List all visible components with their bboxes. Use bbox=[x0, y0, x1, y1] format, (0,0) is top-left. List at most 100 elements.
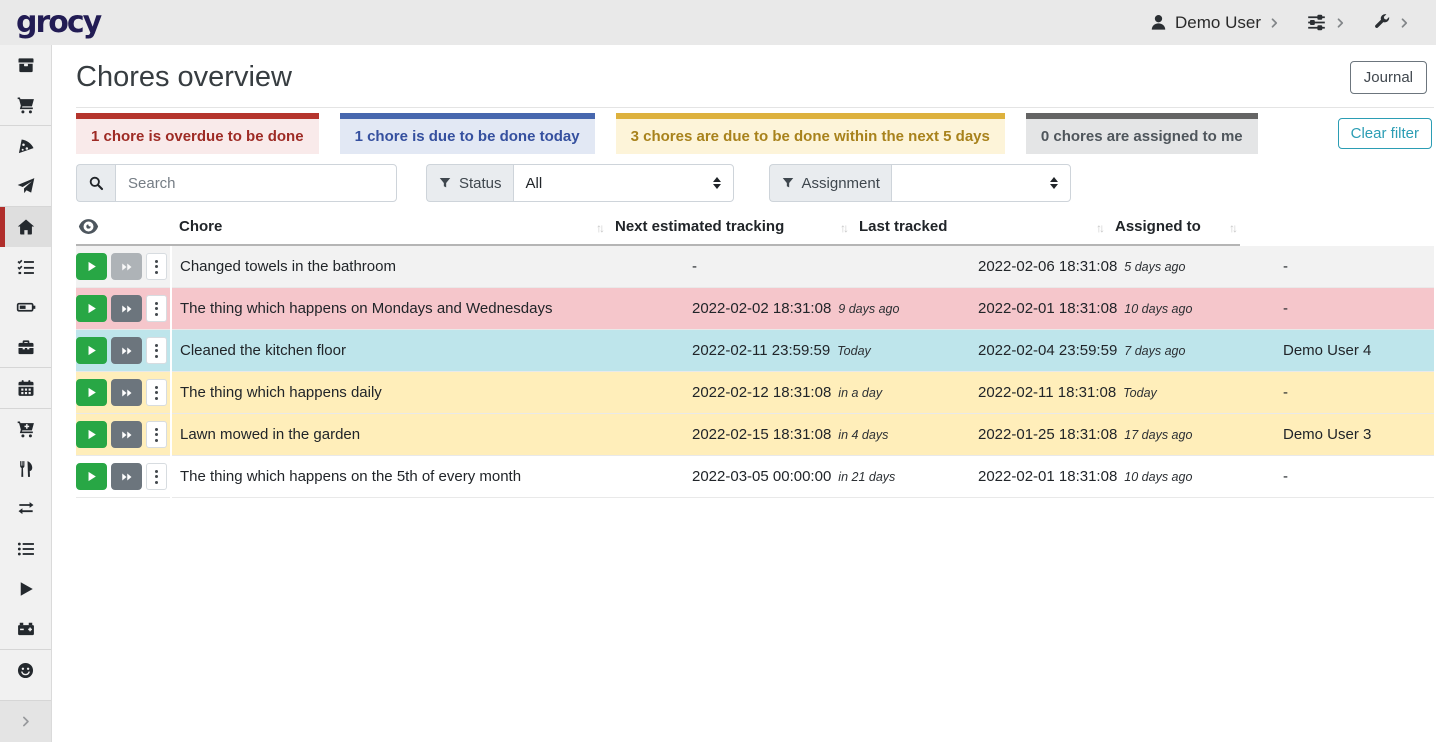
filter-icon bbox=[438, 176, 452, 190]
sort-icon: ↑↓ bbox=[596, 221, 602, 235]
skip-chore-button[interactable] bbox=[111, 379, 142, 406]
sidebar-item-meal-plan[interactable] bbox=[0, 166, 51, 206]
row-menu-button[interactable] bbox=[146, 253, 167, 280]
column-header-chore[interactable]: Chore↑↓ bbox=[171, 210, 607, 245]
skip-chore-button[interactable] bbox=[111, 463, 142, 490]
relative-time: in a day bbox=[838, 386, 882, 400]
smiley-icon bbox=[16, 661, 35, 680]
track-chore-button[interactable] bbox=[76, 337, 107, 364]
clear-filter-button[interactable]: Clear filter bbox=[1338, 118, 1432, 149]
chore-cell: Cleaned the kitchen floor bbox=[171, 330, 683, 372]
sort-icon: ↑↓ bbox=[1096, 221, 1102, 235]
relative-time: Today bbox=[1123, 386, 1157, 400]
table-row: The thing which happens daily 2022-02-12… bbox=[76, 372, 1434, 414]
sidebar-item-chores-overview[interactable] bbox=[0, 207, 51, 247]
next-tracking-cell: - bbox=[683, 246, 969, 288]
home-icon bbox=[16, 217, 36, 237]
sidebar-item-chore-tracking[interactable] bbox=[0, 569, 51, 609]
pizza-slice-icon bbox=[16, 136, 36, 156]
column-header-next-tracking[interactable]: Next estimated tracking↑↓ bbox=[607, 210, 851, 245]
status-select[interactable]: All bbox=[513, 164, 734, 202]
sidebar-item-purchase[interactable] bbox=[0, 409, 51, 449]
assigned-cell: Demo User 3 bbox=[1272, 414, 1434, 456]
summary-card-due-soon[interactable]: 3 chores are due to be done within the n… bbox=[616, 113, 1005, 154]
chore-cell: The thing which happens on the 5th of ev… bbox=[171, 456, 683, 498]
last-tracked-cell: 2022-02-11 18:31:08Today bbox=[969, 372, 1272, 414]
assignment-filter-label-text: Assignment bbox=[802, 175, 880, 192]
sidebar-item-calendar[interactable] bbox=[0, 368, 51, 408]
row-menu-button[interactable] bbox=[146, 463, 167, 490]
last-tracked-date: 2022-02-01 18:31:08 bbox=[978, 300, 1117, 317]
table-row: Lawn mowed in the garden 2022-02-15 18:3… bbox=[76, 414, 1434, 456]
skip-chore-button[interactable] bbox=[111, 421, 142, 448]
journal-button[interactable]: Journal bbox=[1350, 61, 1427, 94]
track-chore-button[interactable] bbox=[76, 253, 107, 280]
box-icon bbox=[16, 55, 36, 75]
assignment-filter-group: Assignment bbox=[769, 164, 1071, 202]
sidebar-item-stock[interactable] bbox=[0, 45, 51, 85]
skip-chore-button[interactable] bbox=[111, 295, 142, 322]
next-tracking-cell: 2022-02-15 18:31:08in 4 days bbox=[683, 414, 969, 456]
filters-row: Status All Assignment bbox=[76, 164, 1434, 202]
column-header-assigned-to[interactable]: Assigned to↑↓ bbox=[1107, 210, 1240, 245]
car-battery-icon bbox=[16, 619, 36, 639]
column-header-last-tracked[interactable]: Last tracked↑↓ bbox=[851, 210, 1107, 245]
assignment-select[interactable] bbox=[891, 164, 1071, 202]
app-logo[interactable]: grocy bbox=[16, 0, 100, 45]
table-row: The thing which happens on Mondays and W… bbox=[76, 288, 1434, 330]
row-menu-button[interactable] bbox=[146, 337, 167, 364]
wrench-icon bbox=[1372, 13, 1391, 32]
paper-plane-icon bbox=[16, 176, 36, 196]
navbar-menus: Demo User bbox=[1123, 12, 1410, 33]
summary-card-assigned-to-me[interactable]: 0 chores are assigned to me bbox=[1026, 113, 1258, 154]
select-caret-icon bbox=[1050, 177, 1058, 189]
row-menu-button[interactable] bbox=[146, 295, 167, 322]
summary-card-overdue[interactable]: 1 chore is overdue to be done bbox=[76, 113, 319, 154]
sidebar-item-equipment[interactable] bbox=[0, 327, 51, 367]
chore-cell: Changed towels in the bathroom bbox=[171, 246, 683, 288]
last-tracked-date: 2022-02-01 18:31:08 bbox=[978, 468, 1117, 485]
sidebar-item-batteries-overview[interactable] bbox=[0, 287, 51, 327]
next-tracking-date: 2022-02-15 18:31:08 bbox=[692, 426, 831, 443]
sidebar-item-consume[interactable] bbox=[0, 449, 51, 489]
next-tracking-cell: 2022-02-12 18:31:08in a day bbox=[683, 372, 969, 414]
sidebar-item-inventory[interactable] bbox=[0, 529, 51, 569]
track-chore-button[interactable] bbox=[76, 379, 107, 406]
track-chore-button[interactable] bbox=[76, 421, 107, 448]
divider bbox=[76, 107, 1434, 108]
sidebar-item-tasks[interactable] bbox=[0, 247, 51, 287]
search-group bbox=[76, 164, 397, 202]
chevron-right-icon bbox=[19, 715, 32, 728]
sidebar-item-transfer[interactable] bbox=[0, 489, 51, 529]
relative-time: 9 days ago bbox=[838, 302, 899, 316]
sidebar-item-recipes[interactable] bbox=[0, 126, 51, 166]
assignment-filter-label: Assignment bbox=[769, 164, 891, 202]
row-menu-button[interactable] bbox=[146, 379, 167, 406]
sort-icon: ↑↓ bbox=[1229, 221, 1235, 235]
row-menu-button[interactable] bbox=[146, 421, 167, 448]
track-chore-button[interactable] bbox=[76, 463, 107, 490]
summary-card-due-today[interactable]: 1 chore is due to be done today bbox=[340, 113, 595, 154]
settings-menu[interactable] bbox=[1306, 12, 1346, 33]
user-menu[interactable]: Demo User bbox=[1149, 13, 1280, 33]
sidebar-item-battery-tracking[interactable] bbox=[0, 609, 51, 649]
column-header-filler bbox=[1240, 210, 1434, 245]
search-input[interactable] bbox=[115, 164, 397, 202]
relative-time: 10 days ago bbox=[1124, 470, 1192, 484]
sidebar-item-smiley[interactable] bbox=[0, 650, 51, 690]
sidebar-collapse-toggle[interactable] bbox=[0, 700, 51, 742]
assigned-cell: Demo User 4 bbox=[1272, 330, 1434, 372]
next-tracking-cell: 2022-03-05 00:00:00in 21 days bbox=[683, 456, 969, 498]
shopping-cart-icon bbox=[16, 95, 36, 115]
chore-cell: The thing which happens daily bbox=[171, 372, 683, 414]
skip-chore-button[interactable] bbox=[111, 253, 142, 280]
track-chore-button[interactable] bbox=[76, 295, 107, 322]
user-icon bbox=[1149, 13, 1168, 32]
assigned-cell: - bbox=[1272, 456, 1434, 498]
skip-chore-button[interactable] bbox=[111, 337, 142, 364]
sidebar-item-shopping-list[interactable] bbox=[0, 85, 51, 125]
sidebar bbox=[0, 45, 52, 742]
table-header: Chore↑↓ Next estimated tracking↑↓ Last t… bbox=[76, 210, 1434, 246]
admin-menu[interactable] bbox=[1372, 13, 1410, 32]
status-filter-group: Status All bbox=[426, 164, 734, 202]
